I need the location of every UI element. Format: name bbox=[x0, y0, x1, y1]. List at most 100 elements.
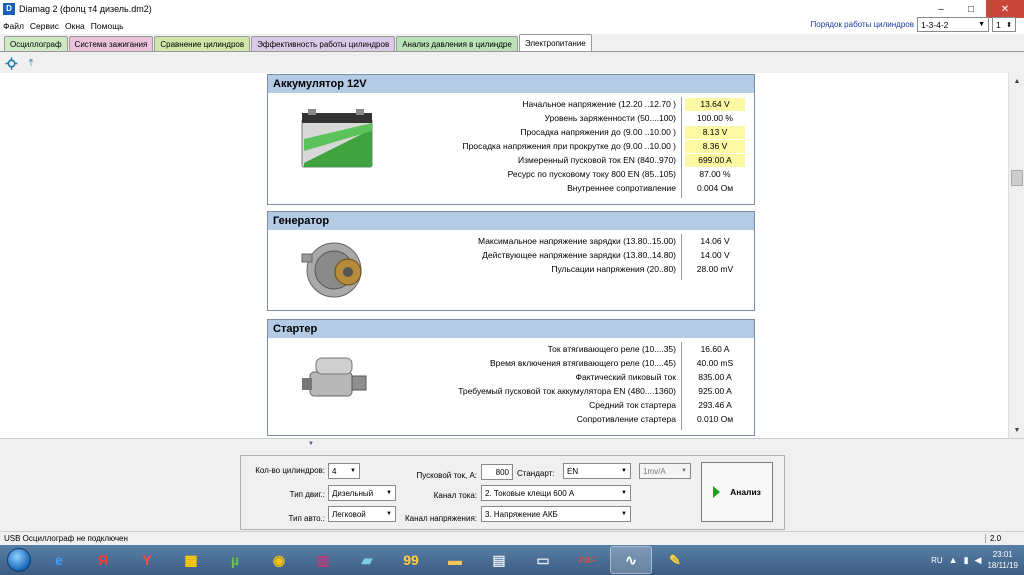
yandex-icon[interactable]: Я bbox=[82, 546, 124, 574]
cylinder-order-select[interactable]: 1-3-4-2 ▼ bbox=[917, 17, 989, 32]
chevron-down-icon: ▼ bbox=[978, 21, 985, 28]
winrar-icon[interactable]: ▥ bbox=[302, 546, 344, 574]
spinner-icon: ⬍ bbox=[1006, 21, 1012, 29]
chevron-down-icon: ▼ bbox=[350, 468, 356, 474]
tab-oscilloscope[interactable]: Осциллограф bbox=[4, 36, 68, 51]
battery-row: Начальное напряжение (12.20 ..12.70 ) 13.… bbox=[268, 97, 754, 111]
menu-service[interactable]: Сервис bbox=[27, 21, 62, 31]
menu-help[interactable]: Помощь bbox=[88, 21, 127, 31]
window-controls: – □ ✕ bbox=[926, 0, 1024, 18]
battery-row: Измеренный пусковой ток EN (840..970) 699… bbox=[268, 153, 754, 167]
menu-file[interactable]: Файл bbox=[0, 21, 27, 31]
clock[interactable]: 23:01 18/11/19 bbox=[987, 549, 1018, 571]
battery-row: Внутреннее сопротивление 0.004 Ом bbox=[268, 181, 754, 195]
standard-select[interactable]: EN ▼ bbox=[563, 463, 631, 479]
scroll-thumb[interactable] bbox=[1011, 170, 1023, 186]
show-hidden-icons-icon[interactable]: ▲ bbox=[949, 555, 958, 565]
pdf-icon[interactable]: PDF bbox=[566, 546, 608, 574]
network-icon[interactable]: ▮ bbox=[964, 555, 969, 566]
starter-row: Ток втягивающего реле (10....35) 16.60 A bbox=[268, 342, 754, 356]
tab-cylinder-compare[interactable]: Сравнение цилиндров bbox=[154, 36, 251, 51]
row-label: Внутреннее сопротивление bbox=[567, 183, 676, 193]
app-icon: D bbox=[3, 3, 15, 15]
generator-row: Действующее напряжение зарядки (13.80..1… bbox=[268, 248, 754, 262]
volume-icon[interactable]: ◀ bbox=[975, 555, 982, 566]
car-type-select[interactable]: Легковой ▼ bbox=[328, 506, 396, 522]
starter-panel: Стартер Ток втягивающего реле (10....35)… bbox=[267, 319, 755, 436]
cylinder-order: Порядок работы цилиндров 1-3-4-2 ▼ 1 ⬍ bbox=[810, 17, 1016, 32]
tab-cylinder-efficiency[interactable]: Эффективность работы цилиндров bbox=[251, 36, 396, 51]
main-content: Аккумулятор 12V Начальное напряжение (12… bbox=[0, 73, 1008, 438]
paint-icon[interactable]: ✎ bbox=[654, 546, 696, 574]
measure-icon[interactable]: ⤒ bbox=[24, 56, 38, 70]
row-label: Ресурс по пусковому току 800 EN (85..105… bbox=[507, 169, 676, 179]
panel-splitter[interactable]: ▼ bbox=[0, 438, 1024, 454]
vertical-scrollbar[interactable]: ▲ ▼ bbox=[1008, 73, 1024, 438]
chevron-down-icon: ▼ bbox=[621, 490, 627, 496]
starter-row: Требуемый пусковой ток аккумулятора EN (… bbox=[268, 384, 754, 398]
row-value: 16.60 A bbox=[700, 344, 730, 354]
scroll-down-icon[interactable]: ▼ bbox=[1009, 422, 1024, 438]
system-tray: RU ▲ ▮ ◀ 23:01 18/11/19 bbox=[931, 545, 1024, 575]
tab-pressure-analysis[interactable]: Анализ давления в цилиндре bbox=[396, 36, 518, 51]
language-indicator[interactable]: RU bbox=[931, 556, 943, 565]
taskbar: e Я Y ▦ µ ◉ ▥ ▰ 99 ▬ ▤ ▭ PDF ∿ ✎ RU ▲ ▮ ◀ 23:01 18/11/… bbox=[0, 545, 1024, 575]
car-type-label: Тип авто.: bbox=[288, 514, 325, 523]
generator-row: Пульсации напряжения (20..80) 28.00 mV bbox=[268, 262, 754, 276]
settings-icon[interactable] bbox=[4, 56, 18, 70]
engine-type-select[interactable]: Дизельный ▼ bbox=[328, 485, 396, 501]
folder-icon[interactable]: ▬ bbox=[434, 546, 476, 574]
row-value: 293.46 A bbox=[698, 400, 732, 410]
cylinder-order-value: 1-3-4-2 bbox=[921, 19, 949, 30]
chevron-down-icon: ▼ bbox=[621, 511, 627, 517]
current-channel-select[interactable]: 2. Токовые клещи 600 А ▼ bbox=[481, 485, 631, 501]
ie-icon[interactable]: e bbox=[38, 546, 80, 574]
app-icon[interactable]: ▰ bbox=[346, 546, 388, 574]
tab-ignition[interactable]: Система зажигания bbox=[68, 36, 154, 51]
status-message: USB Осциллограф не подключен bbox=[4, 534, 128, 543]
cylinders-label: Кол-во цилиндров: bbox=[255, 466, 325, 475]
cylinder-index-spinner[interactable]: 1 ⬍ bbox=[992, 17, 1016, 32]
version-label: 2.0 bbox=[985, 534, 1001, 543]
chrome-icon[interactable]: ◉ bbox=[258, 546, 300, 574]
voltage-channel-select[interactable]: 3. Напряжение АКБ ▼ bbox=[481, 506, 631, 522]
row-label: Пульсации напряжения (20..80) bbox=[551, 264, 676, 274]
row-value: 14.00 V bbox=[700, 250, 730, 260]
cylinders-value: 4 bbox=[332, 466, 337, 476]
scale-select[interactable]: 1mv/A ▼ bbox=[639, 463, 691, 479]
utorrent-icon[interactable]: µ bbox=[214, 546, 256, 574]
scroll-up-icon[interactable]: ▲ bbox=[1009, 73, 1024, 89]
generator-row: Максимальное напряжение зарядки (13.80..… bbox=[268, 234, 754, 248]
total-commander-icon[interactable]: 99 bbox=[390, 546, 432, 574]
row-label: Время включения втягивающего реле (10...… bbox=[489, 358, 676, 368]
row-value: 87.00 % bbox=[699, 169, 731, 179]
cube-icon[interactable]: ▦ bbox=[170, 546, 212, 574]
starter-row: Средний ток стартера 293.46 A bbox=[268, 398, 754, 412]
row-label: Действующее напряжение зарядки (13.80..1… bbox=[482, 250, 676, 260]
row-value: 40.00 mS bbox=[696, 358, 734, 368]
chevron-down-icon: ▼ bbox=[621, 468, 627, 474]
maximize-button[interactable]: □ bbox=[956, 0, 986, 18]
collapse-arrow-icon[interactable]: ▼ bbox=[308, 441, 318, 447]
minimize-button[interactable]: – bbox=[926, 0, 956, 18]
tab-power-supply[interactable]: Электропитание bbox=[518, 34, 592, 51]
diamag-icon[interactable]: ∿ bbox=[610, 546, 652, 574]
row-label: Фактический пиковый ток bbox=[575, 372, 677, 382]
analyze-button[interactable]: Анализ bbox=[701, 462, 773, 522]
cylinders-select[interactable]: 4 ▼ bbox=[328, 463, 360, 479]
battery-row: Уровень заряженности (50....100) 100.00 % bbox=[268, 111, 754, 125]
monitor-icon[interactable]: ▭ bbox=[522, 546, 564, 574]
row-value: 0.010 Ом bbox=[696, 414, 734, 424]
row-value: 28.00 mV bbox=[696, 264, 734, 274]
yandex-browser-icon[interactable]: Y bbox=[126, 546, 168, 574]
calculator-icon[interactable]: ▤ bbox=[478, 546, 520, 574]
menu-windows[interactable]: Окна bbox=[62, 21, 88, 31]
battery-row: Просадка напряжения при прокрутке до (9.… bbox=[268, 139, 754, 153]
start-button[interactable] bbox=[0, 545, 38, 575]
start-current-input[interactable]: 800 bbox=[481, 464, 513, 480]
tab-label: Осциллограф bbox=[10, 39, 62, 49]
starter-body: Ток втягивающего реле (10....35) 16.60 A … bbox=[268, 338, 754, 435]
row-value: 13.64 V bbox=[685, 98, 745, 111]
close-button[interactable]: ✕ bbox=[986, 0, 1024, 18]
voltage-channel-label: Канал напряжения: bbox=[405, 514, 477, 523]
